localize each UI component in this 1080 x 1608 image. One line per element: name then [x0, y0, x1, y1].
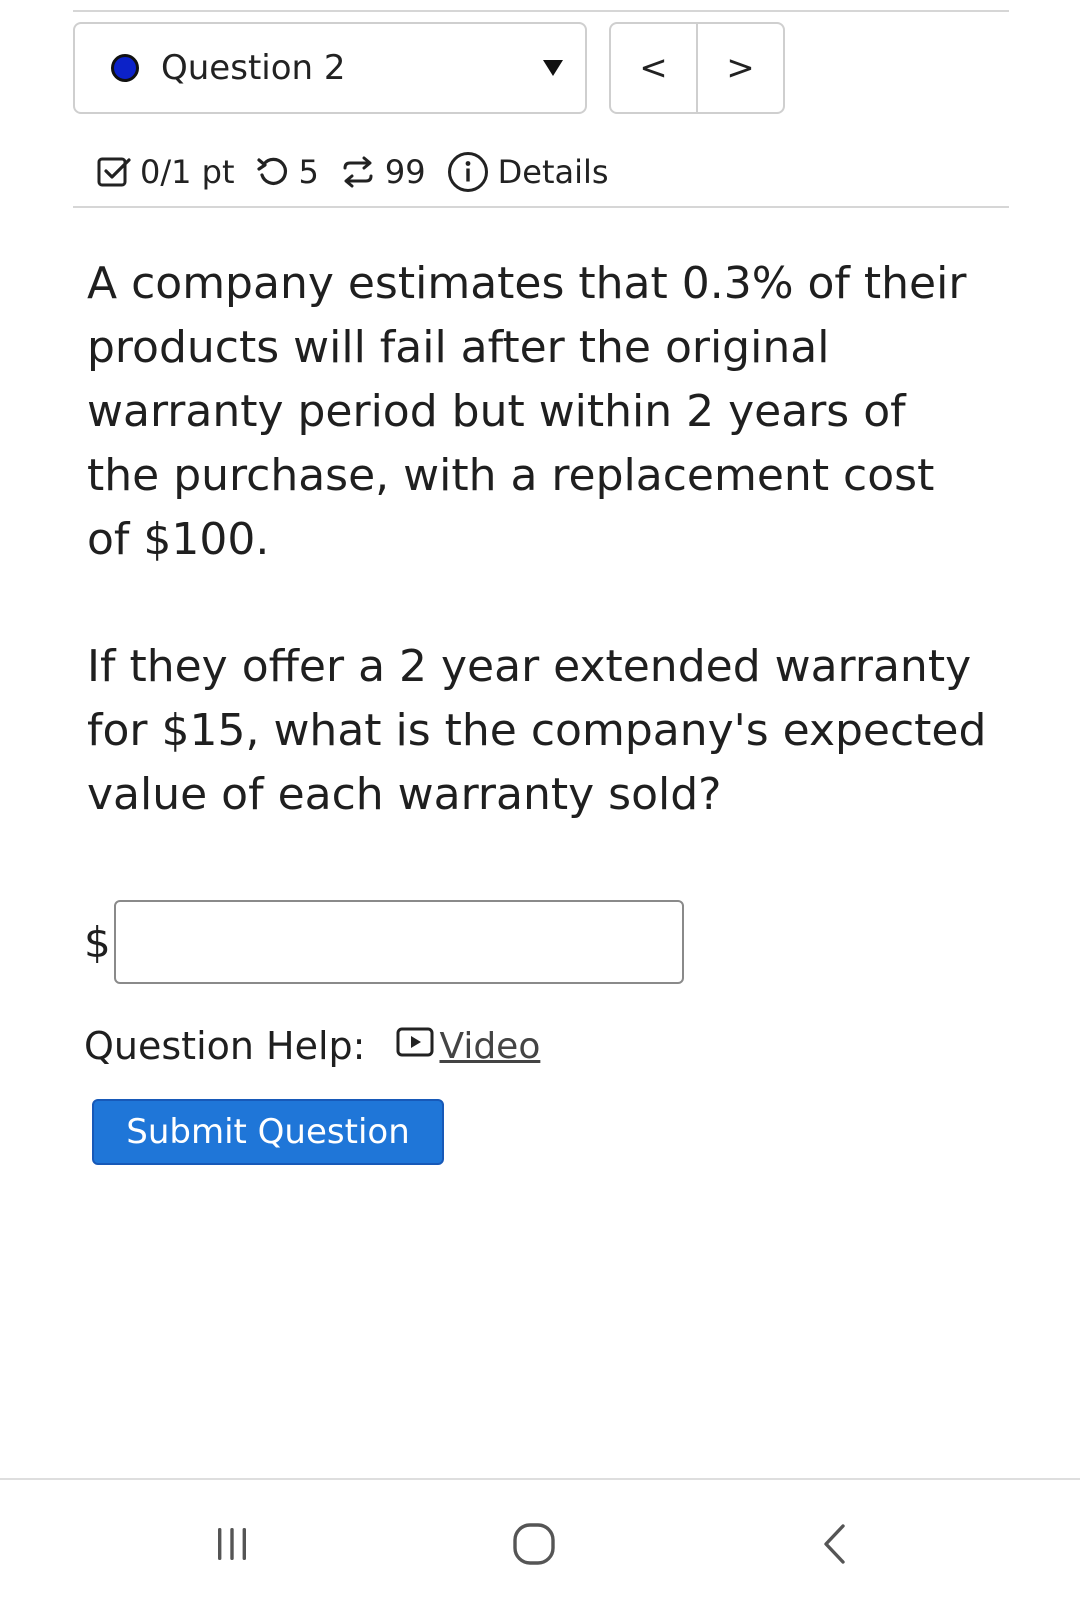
question-meta: 0/1 pt 5 99 Details	[96, 146, 609, 198]
android-navigation-bar	[0, 1478, 1080, 1608]
previous-question-button[interactable]: <	[611, 24, 698, 112]
question-help-label: Question Help:	[84, 1024, 366, 1068]
back-icon[interactable]	[800, 1508, 872, 1580]
checkbox-score-icon	[96, 154, 132, 190]
currency-symbol: $	[84, 917, 111, 967]
details-link[interactable]: Details	[498, 153, 609, 191]
top-divider	[73, 10, 1009, 12]
caret-down-icon	[543, 60, 563, 76]
submit-question-button[interactable]: Submit Question	[92, 1099, 444, 1165]
answer-row: $	[84, 900, 684, 984]
question-text-paragraph-1: A company estimates that 0.3% of their p…	[87, 258, 967, 565]
regenerations-remaining: 99	[384, 153, 426, 191]
points-value: 0/1 pt	[140, 153, 235, 191]
question-status-icon	[111, 54, 139, 82]
next-question-button[interactable]: >	[698, 24, 783, 112]
question-pager: < >	[609, 22, 785, 114]
selected-question-label: Question 2	[161, 48, 346, 88]
recents-icon[interactable]	[196, 1508, 268, 1580]
retry-icon	[255, 154, 291, 190]
play-video-icon	[395, 1025, 439, 1068]
question-text-paragraph-2: If they offer a 2 year extended warranty…	[87, 641, 987, 820]
video-help-link[interactable]: Video	[395, 1025, 540, 1068]
question-selector-dropdown[interactable]: Question 2	[73, 22, 587, 114]
video-link-label: Video	[439, 1025, 541, 1067]
attempts-remaining: 5	[298, 153, 319, 191]
info-icon[interactable]	[446, 150, 490, 194]
answer-input[interactable]	[114, 900, 684, 984]
regenerate-icon	[339, 154, 377, 190]
meta-divider	[73, 206, 1009, 208]
home-icon[interactable]	[498, 1508, 570, 1580]
question-help: Question Help: Video	[84, 1024, 540, 1068]
